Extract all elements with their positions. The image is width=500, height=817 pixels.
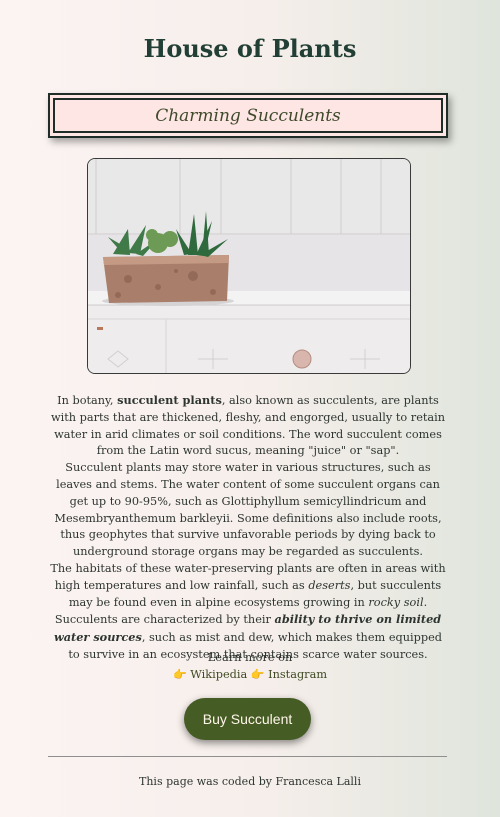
footer-credit: This page was coded by Francesca Lalli	[139, 775, 361, 788]
learn-more-links: 👉 Wikipedia 👉 Instagram	[0, 667, 500, 684]
article-body: In botany, succulent plants, also known …	[47, 392, 449, 664]
italic-term: rocky soil	[368, 595, 424, 609]
wikipedia-link[interactable]: Wikipedia	[190, 668, 247, 681]
paragraph-intro: In botany, succulent plants, also known …	[47, 392, 449, 460]
paragraph-storage: Succulent plants may store water in vari…	[54, 461, 442, 559]
pointing-hand-icon: 👉	[172, 667, 187, 681]
buy-succulent-button[interactable]: Buy Succulent	[184, 698, 311, 740]
page-title: House of Plants	[143, 34, 357, 63]
text-span: In botany,	[57, 394, 118, 407]
paragraph-habitat: The habitats of these water-preserving p…	[47, 561, 449, 664]
italic-term: deserts	[308, 578, 351, 592]
instagram-link[interactable]: Instagram	[268, 668, 327, 681]
succulent-pot-photo	[88, 159, 410, 373]
divider	[48, 756, 447, 757]
succulent-photo	[87, 158, 411, 374]
subtitle-frame: Charming Succulents	[48, 93, 448, 138]
subtitle: Charming Succulents	[53, 98, 443, 133]
bold-term: succulent plants	[117, 393, 222, 407]
pointing-hand-icon: 👉	[250, 667, 265, 681]
learn-more-label: Learn more on	[207, 651, 293, 664]
learn-more: Learn more on 👉 Wikipedia 👉 Instagram	[0, 650, 500, 684]
